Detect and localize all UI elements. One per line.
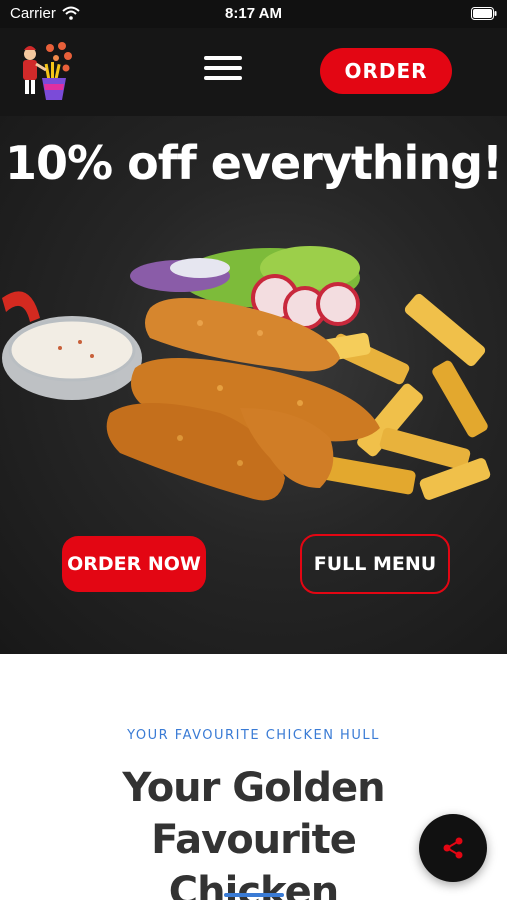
battery-icon — [471, 7, 497, 20]
logo-icon[interactable] — [16, 40, 78, 106]
title-underline — [224, 893, 284, 897]
section-title-line-1: Your Golden Favourite — [122, 765, 385, 863]
order-button[interactable]: ORDER — [320, 48, 452, 94]
hero-title: 10% off everything! — [5, 136, 503, 190]
order-now-button[interactable]: ORDER NOW — [62, 536, 206, 592]
share-button[interactable] — [419, 814, 487, 882]
hero-banner: 10% off everything! ORDER NOW FULL MENU — [0, 116, 507, 654]
hamburger-menu-icon[interactable] — [204, 56, 242, 86]
section-eyebrow: YOUR FAVOURITE CHICKEN HULL — [127, 728, 380, 743]
page: Carrier 8:17 AM ORDER 10% off everything… — [0, 0, 507, 900]
status-time: 8:17 AM — [225, 5, 282, 22]
section-title: Your Golden Favourite Chicken — [20, 762, 487, 900]
share-icon — [443, 837, 463, 859]
site-header: ORDER — [0, 28, 507, 116]
full-menu-button[interactable]: FULL MENU — [300, 534, 450, 594]
status-bar: Carrier 8:17 AM — [0, 0, 507, 28]
